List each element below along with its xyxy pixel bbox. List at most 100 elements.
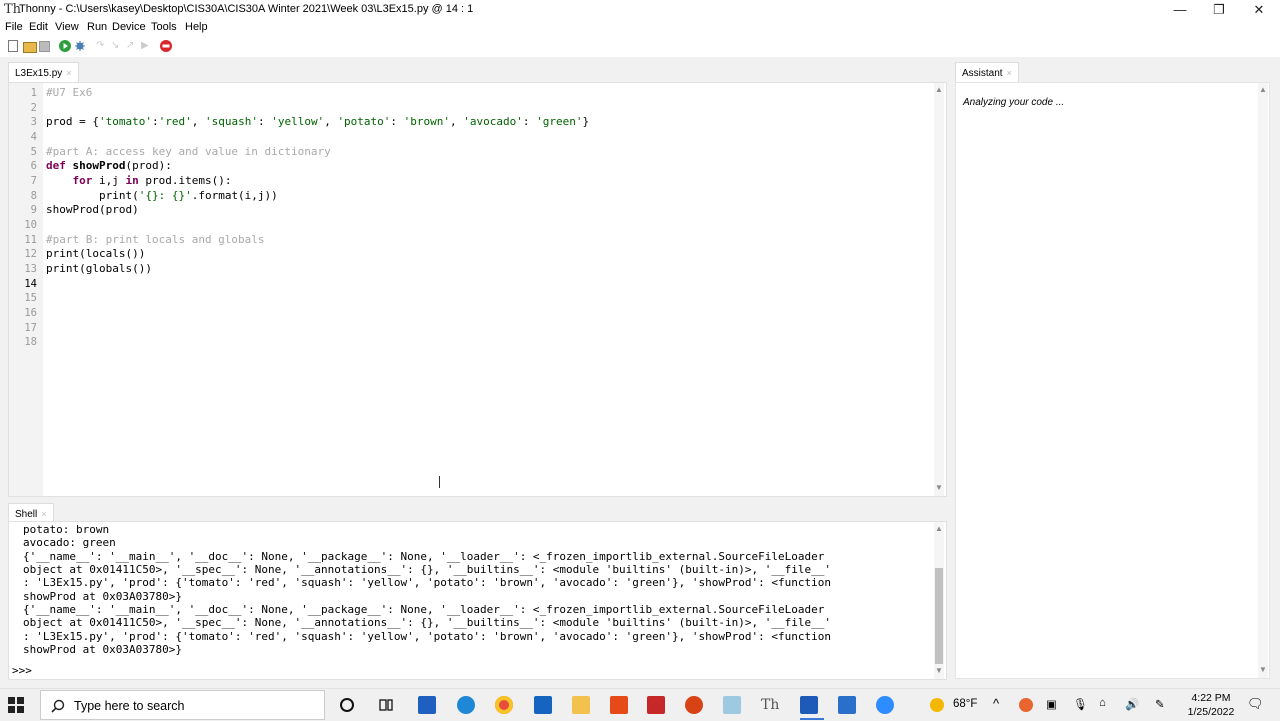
word-icon[interactable] xyxy=(800,696,818,714)
line-number: 1 xyxy=(30,87,37,99)
open-folder-icon[interactable] xyxy=(23,42,37,53)
line-number: 3 xyxy=(30,116,37,128)
line-number: 16 xyxy=(24,307,37,319)
tab-editor-file-label: L3Ex15.py xyxy=(15,68,63,79)
run-icon[interactable] xyxy=(59,40,71,52)
scroll-down-arrow-icon[interactable]: ▼ xyxy=(1258,665,1268,675)
code-line-5: #part A: access key and value in diction… xyxy=(46,145,331,158)
shell-output-line: showProd at 0x03A03780>} xyxy=(23,643,182,656)
search-icon xyxy=(51,699,65,713)
mail-icon[interactable] xyxy=(534,696,552,714)
taskbar-search-box[interactable]: Type here to search xyxy=(40,690,325,720)
line-number: 2 xyxy=(30,102,37,114)
windows-taskbar: Type here to search Th 68°F ^ ▣ 🎙 ⌂ 🔊 ✎ … xyxy=(0,688,1280,721)
scroll-down-arrow-icon[interactable]: ▼ xyxy=(934,483,944,493)
tab-shell-label: Shell xyxy=(15,509,38,520)
tab-assistant-label: Assistant xyxy=(962,68,1003,79)
step-over-icon[interactable]: ↷ xyxy=(96,40,108,52)
menu-view[interactable]: View xyxy=(55,21,79,33)
shell-output-line: : 'L3Ex15.py', 'prod': {'tomato': 'red',… xyxy=(23,576,831,589)
line-number: 5 xyxy=(30,146,37,158)
close-tab-icon[interactable]: × xyxy=(41,509,46,519)
calendar-icon[interactable] xyxy=(838,696,856,714)
code-line-7: for i,j in prod.items(): xyxy=(72,174,232,187)
shell-prompt[interactable]: >>> xyxy=(12,664,32,677)
file-explorer-icon[interactable] xyxy=(572,696,590,714)
tray-device-icon[interactable]: ▣ xyxy=(1046,697,1057,711)
save-icon[interactable] xyxy=(39,41,50,52)
window-title: Thonny - C:\Users\kasey\Desktop\CIS30A\C… xyxy=(19,3,474,15)
menu-bar: File Edit View Run Device Tools Help xyxy=(0,20,1280,36)
weather-sun-icon[interactable] xyxy=(930,698,944,712)
windows-start-icon[interactable] xyxy=(8,697,24,713)
scroll-up-arrow-icon[interactable]: ▲ xyxy=(934,524,944,534)
office-icon[interactable] xyxy=(610,696,628,714)
cortana-icon[interactable] xyxy=(338,696,356,714)
thonny-app-icon: Th xyxy=(4,2,22,17)
powerpoint-icon[interactable] xyxy=(685,696,703,714)
stop-icon[interactable] xyxy=(160,40,172,52)
notifications-icon[interactable]: 🗨 xyxy=(1247,696,1264,712)
code-line-1: #U7 Ex6 xyxy=(46,86,93,99)
menu-device[interactable]: Device xyxy=(112,21,146,33)
system-clock[interactable]: 4:22 PM 1/25/2022 xyxy=(1180,691,1242,719)
scroll-down-arrow-icon[interactable]: ▼ xyxy=(934,666,944,676)
new-file-icon[interactable] xyxy=(8,40,18,52)
line-number: 15 xyxy=(24,292,37,304)
show-hidden-icons-icon[interactable]: ^ xyxy=(993,696,999,711)
close-tab-icon[interactable]: × xyxy=(66,68,71,78)
text-cursor-icon xyxy=(439,476,443,488)
menu-edit[interactable]: Edit xyxy=(29,21,48,33)
menu-run[interactable]: Run xyxy=(87,21,107,33)
scroll-up-arrow-icon[interactable]: ▲ xyxy=(934,85,944,95)
tab-assistant[interactable]: Assistant × xyxy=(955,62,1019,83)
edge-browser-icon[interactable] xyxy=(457,696,475,714)
shell-output-line: : 'L3Ex15.py', 'prod': {'tomato': 'red',… xyxy=(23,630,831,643)
assistant-scrollbar[interactable]: ▲ ▼ xyxy=(1258,83,1268,678)
scroll-up-arrow-icon[interactable]: ▲ xyxy=(1258,85,1268,95)
close-tab-icon[interactable]: × xyxy=(1007,68,1012,78)
assistant-panel: Analyzing your code ... ▲ ▼ xyxy=(955,82,1270,679)
step-out-icon[interactable]: ↗ xyxy=(126,40,138,52)
shell-scrollbar-thumb[interactable] xyxy=(935,568,943,664)
shell-scrollbar[interactable]: ▲ ▼ xyxy=(934,522,944,679)
acrobat-icon[interactable] xyxy=(647,696,665,714)
weather-temperature[interactable]: 68°F xyxy=(953,698,977,710)
menu-help[interactable]: Help xyxy=(185,21,208,33)
close-button[interactable]: ✕ xyxy=(1239,0,1279,20)
line-number: 12 xyxy=(24,248,37,260)
zoom-icon[interactable] xyxy=(876,696,894,714)
debug-icon[interactable] xyxy=(74,40,86,52)
volume-icon[interactable]: 🔊 xyxy=(1125,697,1139,711)
minimize-button[interactable]: — xyxy=(1160,0,1200,20)
title-bar: Th Thonny - C:\Users\kasey\Desktop\CIS30… xyxy=(0,0,1280,20)
line-number: 13 xyxy=(24,263,37,275)
maximize-button[interactable]: ❐ xyxy=(1199,0,1239,20)
resume-icon[interactable]: ▶ xyxy=(141,40,153,52)
menu-tools[interactable]: Tools xyxy=(151,21,177,33)
line-number-gutter: 1 2 3 4 5 6 7 8 9 10 11 12 13 14 15 16 1… xyxy=(9,83,43,496)
line-number: 7 xyxy=(30,175,37,187)
shell-output-line: object at 0x01411C50>, '__spec__': None,… xyxy=(23,616,831,629)
thonny-taskbar-icon[interactable]: Th xyxy=(761,696,779,714)
tray-app-icon[interactable] xyxy=(1019,698,1033,712)
editor-scrollbar[interactable]: ▲ ▼ xyxy=(934,83,944,496)
app-icon[interactable] xyxy=(723,696,741,714)
tab-editor-file[interactable]: L3Ex15.py × xyxy=(8,62,79,83)
task-view-icon[interactable] xyxy=(377,696,395,714)
network-icon[interactable]: ⌂ xyxy=(1099,697,1106,709)
microphone-icon[interactable]: 🎙 xyxy=(1073,697,1088,711)
code-editor[interactable]: 1 2 3 4 5 6 7 8 9 10 11 12 13 14 15 16 1… xyxy=(8,82,947,497)
menu-file[interactable]: File xyxy=(5,21,23,33)
chrome-browser-icon[interactable] xyxy=(495,696,513,714)
shell-output-line: {'__name__': '__main__', '__doc__': None… xyxy=(23,603,825,616)
shell-panel[interactable]: potato: brown avocado: green {'__name__'… xyxy=(8,521,947,680)
line-number: 8 xyxy=(30,190,37,202)
store-icon[interactable] xyxy=(418,696,436,714)
pen-icon[interactable]: ✎ xyxy=(1155,697,1165,711)
code-line-12: print(locals()) xyxy=(46,247,146,260)
step-into-icon[interactable]: ↘ xyxy=(111,40,123,52)
shell-output-line: object at 0x01411C50>, '__spec__': None,… xyxy=(23,563,831,576)
clock-date: 1/25/2022 xyxy=(1187,706,1235,718)
clock-time: 4:22 PM xyxy=(1191,692,1231,704)
